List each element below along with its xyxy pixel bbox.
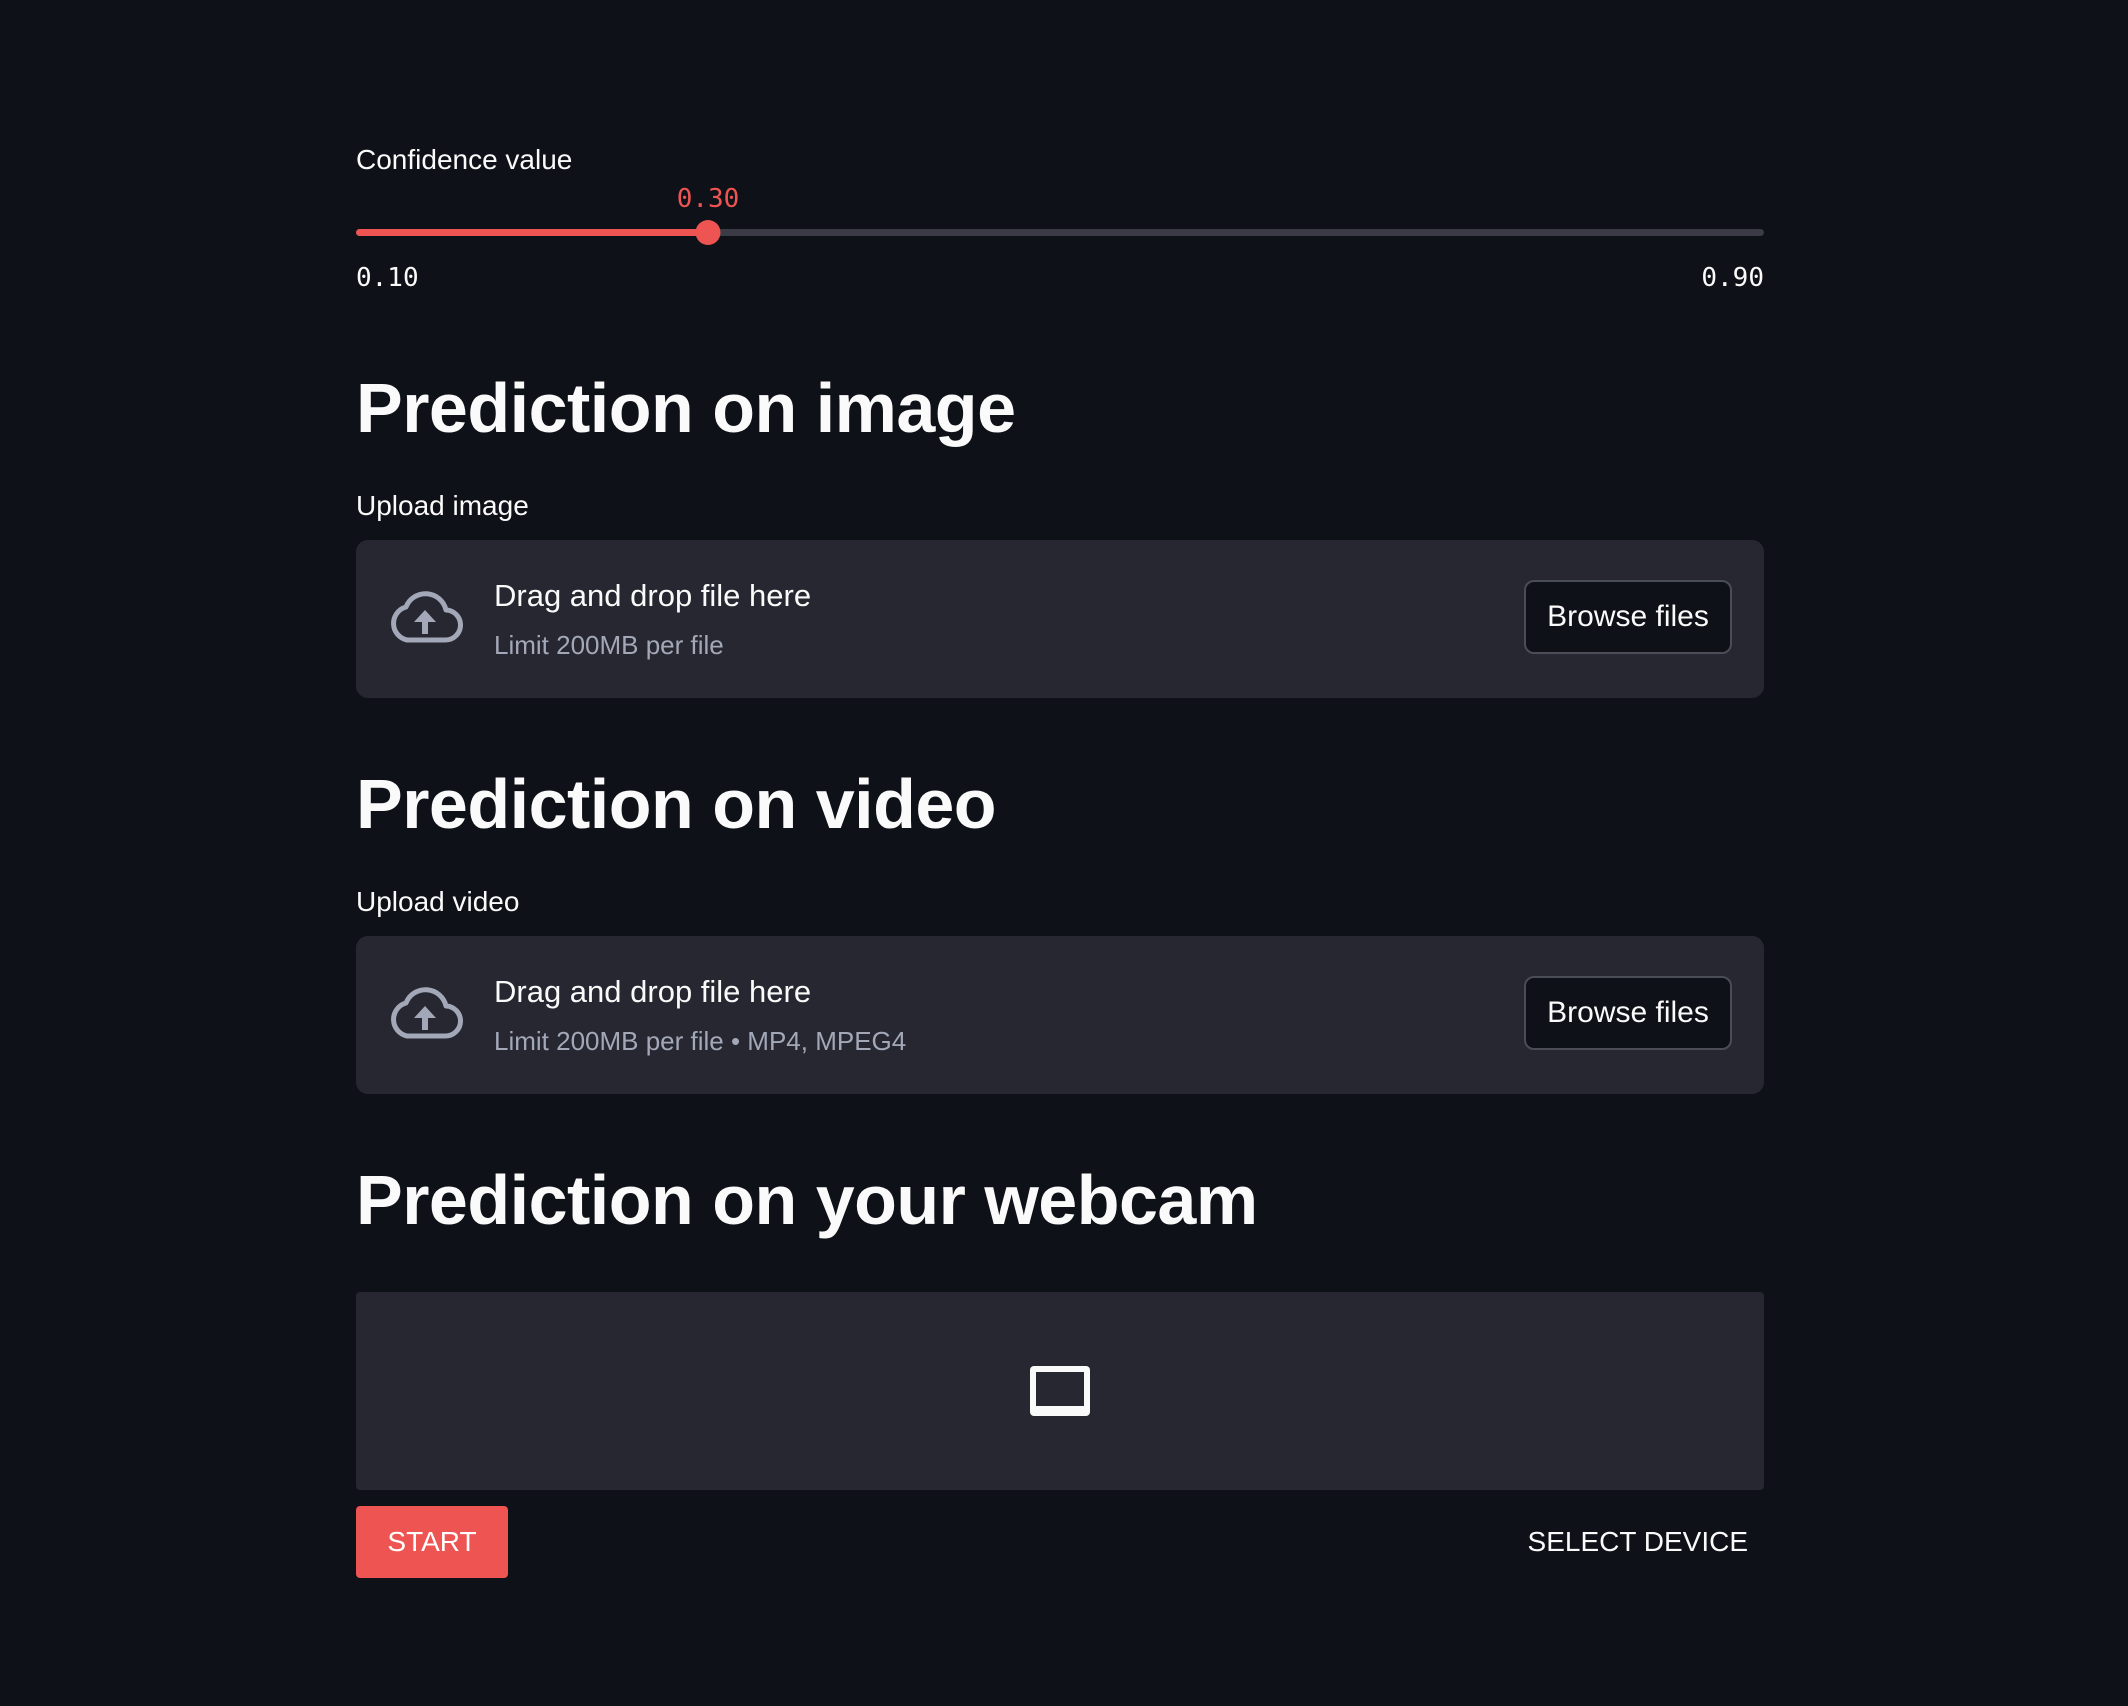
dropzone-limit: Limit 200MB per file (494, 630, 724, 660)
dropzone-limit: Limit 200MB per file • MP4, MPEG4 (494, 1026, 907, 1056)
cloud-upload-icon (391, 591, 463, 643)
video-frame-icon (1030, 1366, 1090, 1416)
webcam-video-area (356, 1292, 1764, 1490)
upload-image-label: Upload image (356, 490, 529, 521)
slider-fill (356, 229, 708, 236)
slider-label: Confidence value (356, 144, 573, 175)
slider-min-label: 0.10 (356, 263, 419, 293)
slider-max-label: 0.90 (1701, 263, 1764, 293)
browse-files-button[interactable]: Browse files (1524, 580, 1732, 654)
browse-files-button[interactable]: Browse files (1524, 976, 1732, 1050)
webcam-section-heading: Prediction on your webcam (356, 1161, 1258, 1239)
start-button[interactable]: START (356, 1506, 508, 1578)
slider-current-value: 0.30 (676, 184, 740, 214)
image-dropzone[interactable]: Drag and drop file here Limit 200MB per … (356, 540, 1764, 698)
slider-track[interactable] (356, 220, 1764, 245)
video-section-heading: Prediction on video (356, 765, 997, 843)
dropzone-title: Drag and drop file here (494, 974, 812, 1009)
dropzone-title: Drag and drop file here (494, 578, 812, 613)
upload-video-label: Upload video (356, 886, 520, 917)
image-section-heading: Prediction on image (356, 369, 1016, 447)
select-device-button[interactable]: SELECT DEVICE (1528, 1506, 1748, 1578)
slider-thumb[interactable] (695, 220, 721, 245)
video-dropzone[interactable]: Drag and drop file here Limit 200MB per … (356, 936, 1764, 1094)
cloud-upload-icon (391, 987, 463, 1039)
